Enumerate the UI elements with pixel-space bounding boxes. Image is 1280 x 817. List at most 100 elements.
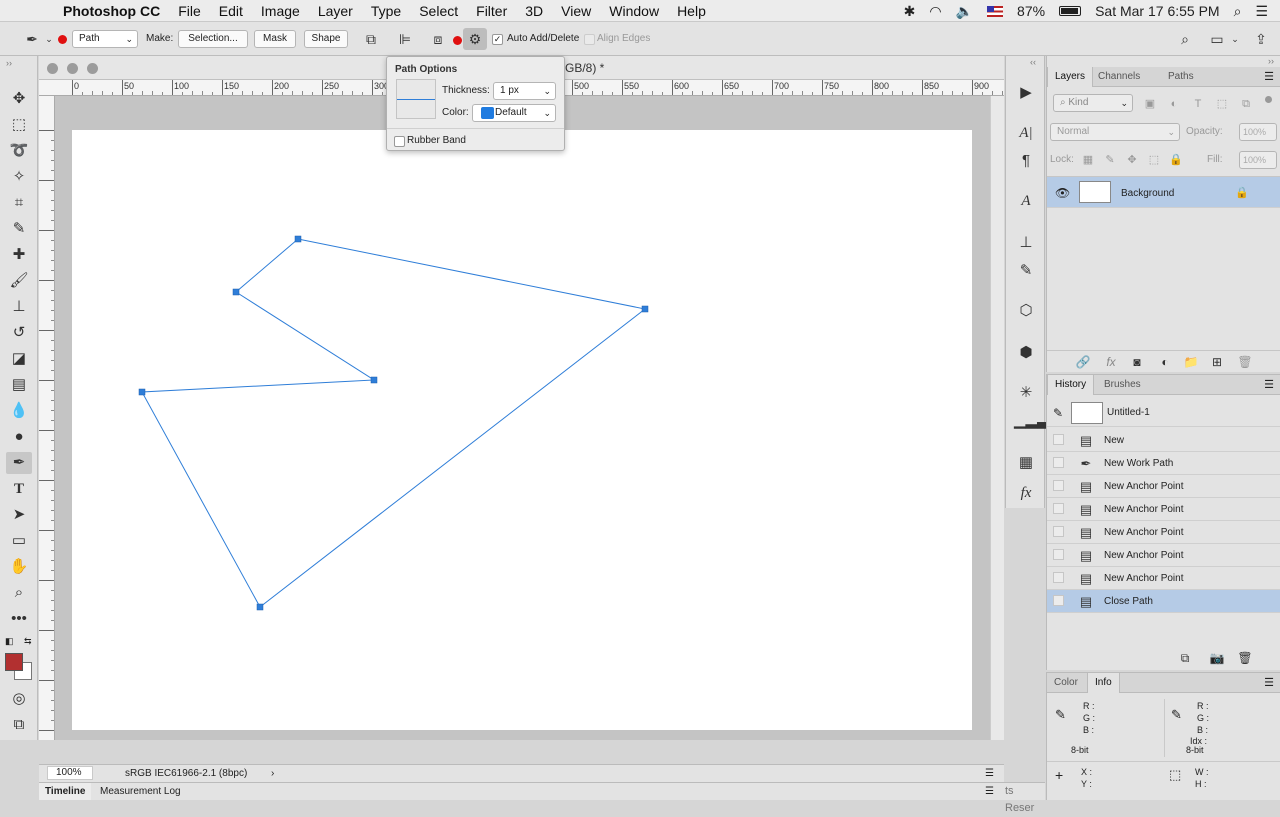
menu-file[interactable]: File — [169, 3, 210, 19]
menu-image[interactable]: Image — [252, 3, 309, 19]
battery-icon[interactable] — [1059, 6, 1082, 16]
collapse-panels-icon[interactable]: ‹‹ — [1030, 57, 1036, 67]
new-layer-icon[interactable]: ⊞ — [1209, 354, 1225, 370]
tab-info[interactable]: Info — [1087, 673, 1120, 693]
menu-filter[interactable]: Filter — [467, 3, 516, 19]
clock[interactable]: Sat Mar 17 6:55 PM — [1095, 3, 1220, 19]
chevron-right-icon[interactable]: › — [271, 765, 274, 782]
history-state[interactable]: ▤ New Anchor Point — [1047, 475, 1280, 498]
gradient-tool-icon[interactable]: ▤ — [6, 374, 32, 396]
pen-tool-preset-icon[interactable]: ✒ — [20, 31, 44, 47]
anchor-point[interactable] — [232, 288, 240, 296]
hamburger-menu-icon[interactable]: ☰ — [985, 783, 994, 800]
tab-timeline[interactable]: Timeline — [39, 783, 92, 800]
tab-color[interactable]: Color — [1047, 673, 1085, 693]
path-selection-tool-icon[interactable]: ➤ — [6, 504, 32, 526]
rectangle-tool-icon[interactable]: ▭ — [6, 530, 32, 552]
delete-state-icon[interactable]: 🗑 — [1237, 650, 1253, 666]
vertical-scrollbar[interactable] — [990, 96, 1004, 740]
eyedropper-readout-icon[interactable]: ✎ — [1171, 707, 1182, 723]
path-color-select[interactable]: Default ⌄ — [472, 104, 556, 122]
rubber-band-checkbox[interactable] — [394, 136, 405, 147]
swap-colors-icon[interactable]: ⇆ — [24, 636, 32, 647]
share-icon[interactable]: ⇪ — [1252, 31, 1270, 47]
eyedropper-readout-icon[interactable]: ✎ — [1055, 707, 1066, 723]
vertical-ruler[interactable] — [39, 96, 55, 740]
clone-stamp-tool-icon[interactable]: ⊥ — [6, 296, 32, 318]
history-state[interactable]: ▤ New Anchor Point — [1047, 521, 1280, 544]
brush-tool-icon[interactable]: 🖌 — [6, 270, 32, 292]
dodge-tool-icon[interactable]: ● — [6, 426, 32, 448]
thickness-field[interactable]: 1 px ⌄ — [493, 82, 556, 100]
collapse-toolbar-icon[interactable]: ›› — [6, 58, 12, 68]
menu-edit[interactable]: Edit — [210, 3, 252, 19]
history-brush-source-checkbox[interactable] — [1053, 549, 1064, 560]
history-brush-source-checkbox[interactable] — [1053, 434, 1064, 445]
filter-shape-icon[interactable]: ⬚ — [1215, 96, 1229, 112]
styles-fx-icon[interactable]: fx — [1014, 482, 1038, 504]
3d-cube-icon[interactable]: ⬢ — [1014, 342, 1038, 364]
menu-help[interactable]: Help — [668, 3, 715, 19]
layer-row-background[interactable]: 👁 Background 🔒 — [1047, 176, 1280, 208]
history-brush-source-checkbox[interactable] — [1053, 480, 1064, 491]
filter-pixel-icon[interactable]: ▣ — [1143, 96, 1157, 112]
path-arrangement-icon[interactable]: ⧈ — [428, 31, 448, 47]
notification-center-icon[interactable]: ☰ — [1255, 3, 1268, 20]
tab-brushes[interactable]: Brushes — [1097, 375, 1148, 395]
quick-mask-icon[interactable]: ◎ — [6, 688, 32, 710]
character-icon[interactable]: A| — [1014, 122, 1038, 144]
tab-measurement-log[interactable]: Measurement Log — [100, 783, 181, 800]
history-brush-source-checkbox[interactable] — [1053, 572, 1064, 583]
chevron-down-icon[interactable]: ⌄ — [1230, 31, 1240, 47]
workspace-icon[interactable]: ▭ — [1206, 31, 1228, 47]
anchor-point[interactable] — [294, 235, 302, 243]
brush-presets-icon[interactable]: ✎ — [1014, 260, 1038, 282]
opacity-field[interactable]: 100% — [1239, 123, 1277, 141]
3d-icon[interactable]: ⬡ — [1014, 300, 1038, 322]
filter-toggle-icon[interactable] — [1265, 96, 1272, 103]
fill-field[interactable]: 100% — [1239, 151, 1277, 169]
default-colors-icon[interactable]: ◧ — [5, 636, 14, 647]
tab-channels[interactable]: Channels — [1091, 67, 1147, 87]
move-tool-icon[interactable]: ✥ — [6, 88, 32, 110]
eraser-tool-icon[interactable]: ◪ — [6, 348, 32, 370]
color-profile[interactable]: sRGB IEC61966-2.1 (8bpc) — [125, 765, 247, 782]
paragraph-icon[interactable]: ¶ — [1014, 150, 1038, 172]
menu-view[interactable]: View — [552, 3, 600, 19]
adjustments-icon[interactable]: ✳ — [1014, 382, 1038, 404]
histogram-icon[interactable]: ▁▂▃ — [1014, 410, 1049, 432]
actions-play-icon[interactable]: ▶ — [1014, 82, 1038, 104]
link-layers-icon[interactable]: 🔗 — [1075, 354, 1091, 370]
panel-menu-icon[interactable]: ☰ — [1264, 378, 1274, 391]
tab-history[interactable]: History — [1047, 375, 1095, 395]
history-state[interactable]: ▤ New — [1047, 429, 1280, 452]
healing-brush-tool-icon[interactable]: ✚ — [6, 244, 32, 266]
canvas[interactable] — [72, 130, 972, 730]
zoom-window-icon[interactable] — [87, 63, 98, 74]
path-alignment-icon[interactable]: ⊫ — [396, 31, 414, 47]
history-state[interactable]: ▤ New Anchor Point — [1047, 498, 1280, 521]
menu-3d[interactable]: 3D — [516, 3, 552, 19]
history-state[interactable]: ▤ New Anchor Point — [1047, 544, 1280, 567]
history-snapshot[interactable]: ✎ Untitled-1 — [1047, 399, 1280, 427]
blur-tool-icon[interactable]: 💧 — [6, 400, 32, 422]
mask-button[interactable]: Mask — [254, 30, 296, 48]
layer-filter-kind[interactable]: ⌕ Kind ⌄ — [1053, 94, 1133, 112]
new-group-icon[interactable]: 📁 — [1183, 354, 1199, 370]
tab-paths[interactable]: Paths — [1161, 67, 1201, 87]
anchor-point[interactable] — [138, 388, 146, 396]
panel-menu-icon[interactable]: ☰ — [1264, 676, 1274, 689]
flag-icon[interactable] — [987, 5, 1004, 17]
volume-icon[interactable]: 🔈 — [956, 3, 973, 20]
crop-tool-icon[interactable]: ⌗ — [6, 192, 32, 214]
auto-add-delete-checkbox[interactable]: ✓ — [492, 34, 503, 45]
menu-layer[interactable]: Layer — [309, 3, 362, 19]
history-brush-tool-icon[interactable]: ↺ — [6, 322, 32, 344]
eye-visibility-icon[interactable]: 👁 — [1055, 177, 1070, 209]
more-tools-icon[interactable]: ••• — [6, 608, 32, 630]
history-brush-source-checkbox[interactable] — [1053, 526, 1064, 537]
history-brush-source-checkbox[interactable] — [1053, 503, 1064, 514]
spotlight-search-icon[interactable]: ⌕ — [1234, 3, 1242, 20]
hamburger-menu-icon[interactable]: ☰ — [985, 765, 994, 782]
tool-mode-select[interactable]: Path ⌄ — [72, 30, 138, 48]
